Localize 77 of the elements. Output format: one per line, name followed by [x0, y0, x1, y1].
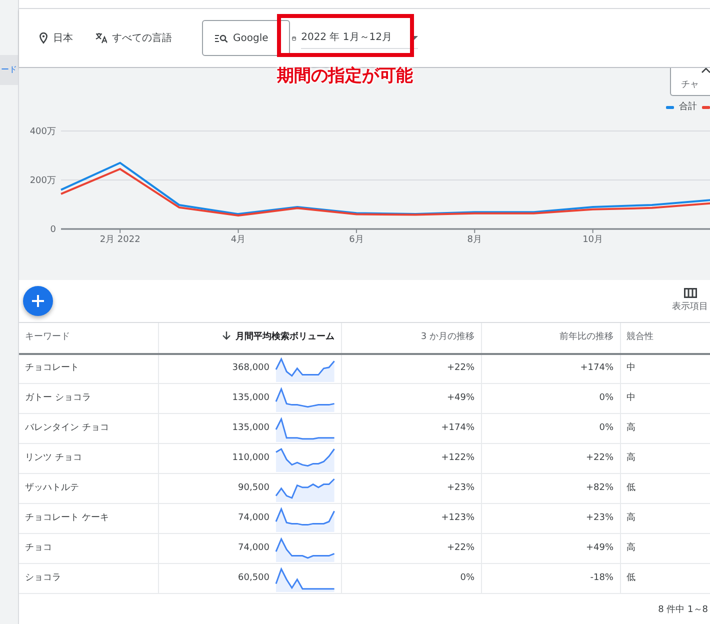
x-axis-label: 4月: [230, 235, 246, 245]
keyword-cell: ガトー ショコラ: [19, 384, 158, 414]
volume-value: 74,000: [238, 512, 270, 525]
competition-cell: 高: [620, 504, 710, 534]
three-month-change-cell: +122%: [341, 444, 481, 474]
volume-value: 135,000: [232, 422, 270, 435]
y-axis-label: 0: [50, 225, 56, 235]
keyword-cell: チョコ: [19, 534, 158, 564]
trend-sparkline: [274, 565, 334, 592]
x-axis-label: 2月 2022: [100, 235, 140, 245]
competition-cell: 高: [620, 414, 710, 444]
plus-icon: [31, 294, 45, 308]
volume-value: 90,500: [238, 482, 270, 495]
keyword-cell: ショコラ: [19, 564, 158, 594]
trend-sparkline: [274, 355, 334, 382]
year-over-year-cell: +23%: [481, 504, 620, 534]
add-button[interactable]: [23, 286, 53, 316]
keyword-cell: チョコレート ケーキ: [19, 504, 158, 534]
keyword-cell: リンツ チョコ: [19, 444, 158, 474]
x-axis-label: 8月: [467, 235, 482, 245]
competition-cell: 高: [620, 534, 710, 564]
column-header[interactable]: 競合性: [620, 322, 710, 354]
competition-cell: 高: [620, 444, 710, 474]
column-header[interactable]: キーワード: [19, 322, 158, 354]
keyword-cell: チョコレート: [19, 354, 158, 384]
volume-value: 368,000: [232, 362, 270, 375]
three-month-change-cell: +22%: [341, 354, 481, 384]
location-pin-icon: [39, 32, 48, 44]
trend-sparkline: [274, 415, 334, 442]
language-filter[interactable]: すべての言語: [112, 30, 172, 46]
chevron-up-icon: [701, 68, 710, 73]
annotation-text: 期間の指定が可能: [277, 65, 413, 88]
year-over-year-cell: -18%: [481, 564, 620, 594]
legend-label: 合計: [679, 101, 697, 114]
columns-icon: [684, 288, 696, 298]
keyword-cell: バレンタイン チョコ: [19, 414, 158, 444]
trend-sparkline: [274, 535, 334, 562]
three-month-change-cell: +23%: [341, 474, 481, 504]
location-filter[interactable]: 日本: [53, 30, 73, 46]
y-axis-label: 200万: [30, 176, 56, 186]
sidebar-item[interactable]: ード: [0, 55, 18, 85]
y-axis-label: 400万: [30, 127, 56, 137]
network-filter[interactable]: Google: [202, 20, 290, 56]
x-axis-label: 10月: [582, 235, 604, 245]
volume-value: 110,000: [232, 452, 270, 465]
pagination-text: 8 件中 1～8: [658, 604, 708, 617]
competition-cell: 低: [620, 474, 710, 504]
competition-cell: 低: [620, 564, 710, 594]
trend-sparkline: [274, 445, 334, 472]
translate-icon: [95, 32, 107, 44]
network-search-icon: [215, 34, 228, 42]
competition-cell: 中: [620, 384, 710, 414]
keyword-cell: ザッハトルテ: [19, 474, 158, 504]
volume-value: 60,500: [238, 572, 270, 585]
year-over-year-cell: 0%: [481, 414, 620, 444]
three-month-change-cell: +123%: [341, 504, 481, 534]
competition-cell: 中: [620, 354, 710, 384]
trend-sparkline: [274, 505, 334, 532]
year-over-year-cell: +22%: [481, 444, 620, 474]
volume-value: 135,000: [232, 392, 270, 405]
x-axis-label: 6月: [349, 235, 364, 245]
three-month-change-cell: +49%: [341, 384, 481, 414]
three-month-change-cell: 0%: [341, 564, 481, 594]
trend-sparkline: [274, 385, 334, 412]
year-over-year-cell: +82%: [481, 474, 620, 504]
year-over-year-cell: +174%: [481, 354, 620, 384]
columns-button[interactable]: 表示項目: [672, 288, 710, 314]
column-header[interactable]: 月間平均検索ボリューム: [158, 322, 341, 354]
column-header[interactable]: 前年比の推移: [481, 322, 620, 354]
three-month-change-cell: +22%: [341, 534, 481, 564]
date-range-dropdown[interactable]: 2022 年 1月～12月: [301, 27, 418, 49]
column-header[interactable]: 3 か月の推移: [341, 322, 481, 354]
chart-toggle-button[interactable]: チャ: [670, 68, 710, 96]
volume-value: 74,000: [238, 542, 270, 555]
year-over-year-cell: +49%: [481, 534, 620, 564]
year-over-year-cell: 0%: [481, 384, 620, 414]
three-month-change-cell: +174%: [341, 414, 481, 444]
